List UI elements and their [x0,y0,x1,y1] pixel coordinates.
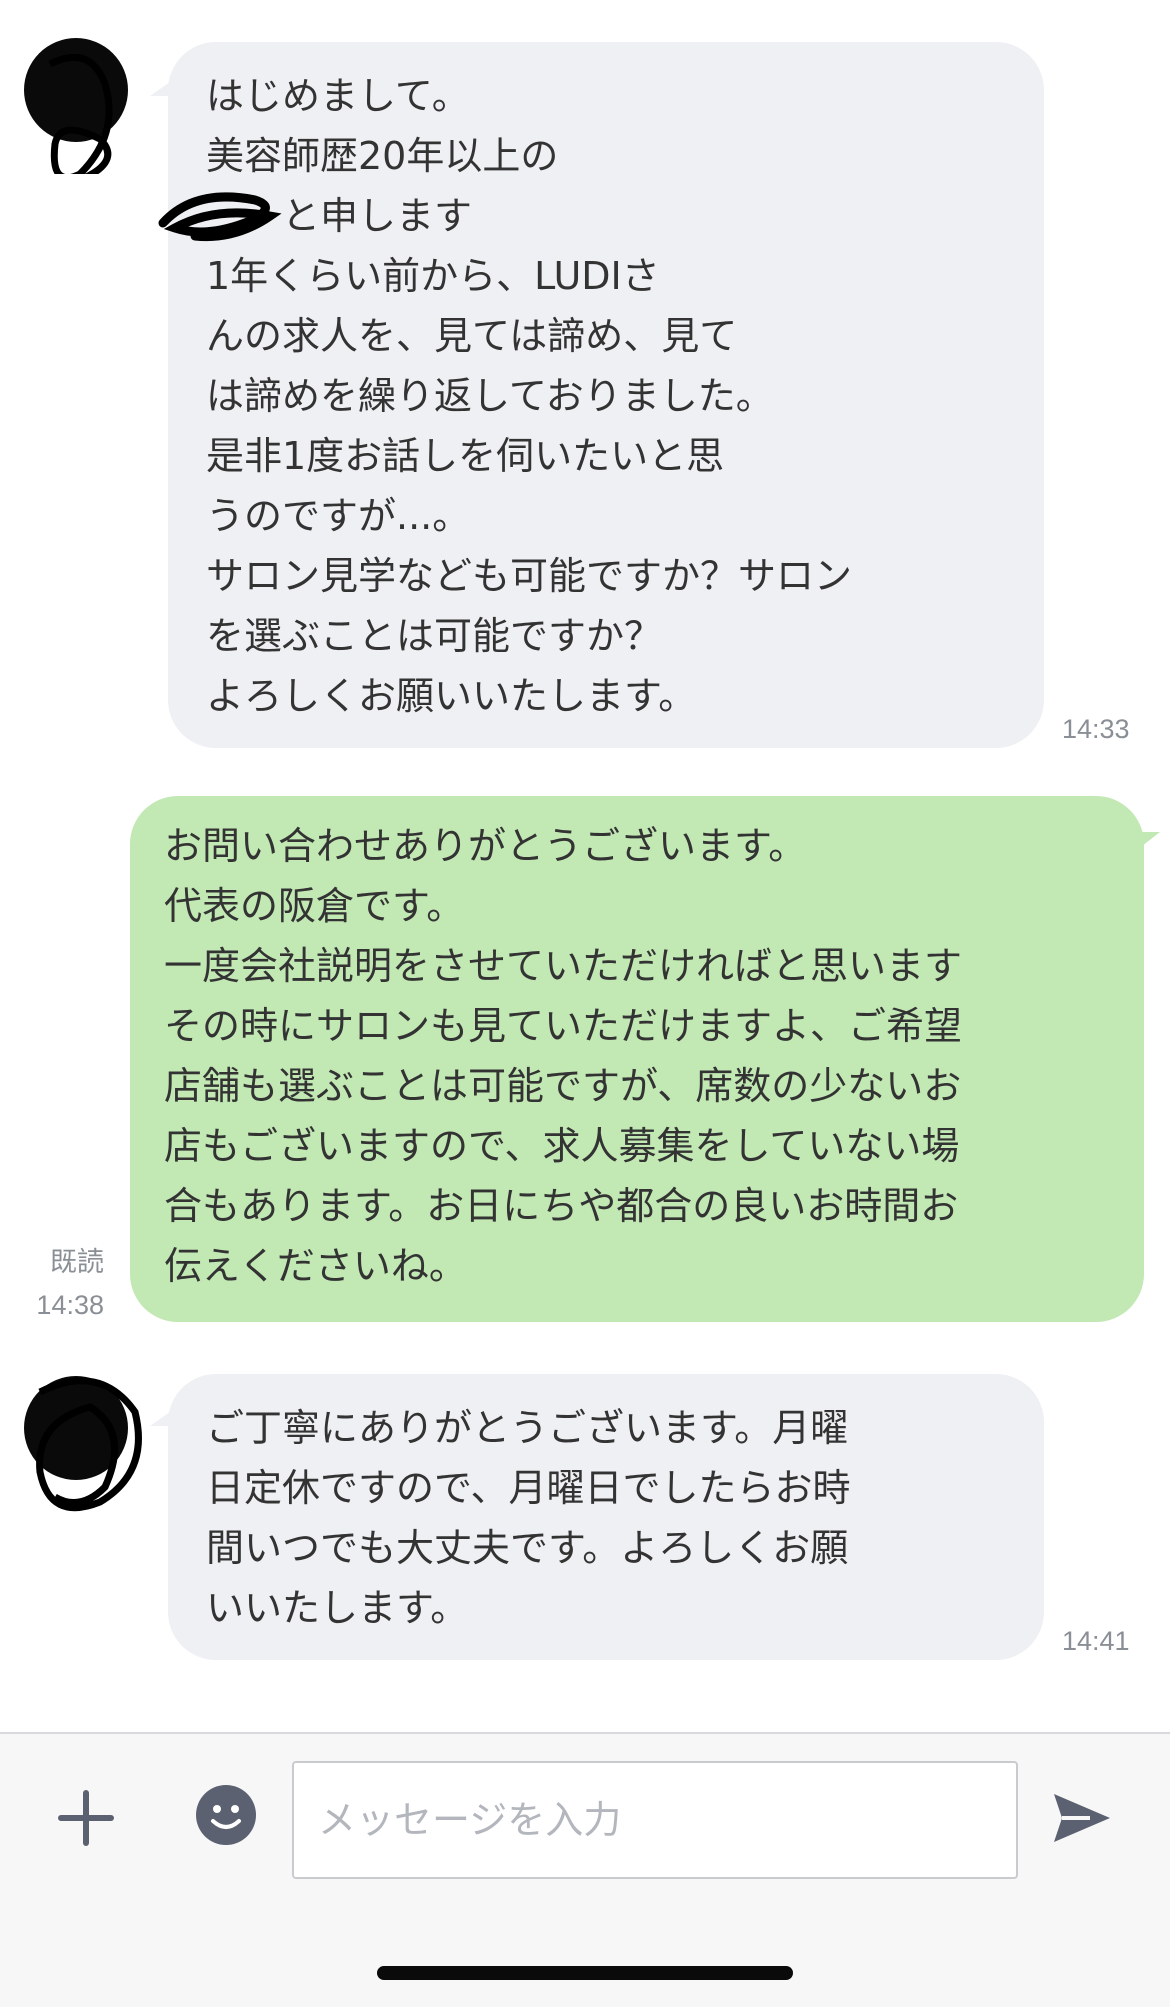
message-line: 間いつでも大丈夫です。よろしくお願 [206,1526,849,1570]
send-icon[interactable] [1050,1788,1114,1848]
avatar[interactable] [24,38,128,174]
message-line: うのですが...。 [206,494,471,538]
message-line: 店舗も選ぶことは可能ですが、席数の少ないお [164,1064,962,1108]
message-line: 是非1度お話しを伺いたいと思 [206,434,725,478]
message-line: を選ぶことは可能ですか？ [206,614,663,658]
outgoing-message-bubble[interactable]: お問い合わせありがとうございます。 代表の阪倉です。 一度会社説明をさせていただ… [130,796,1144,1322]
read-label: 既読 [50,1247,104,1278]
incoming-message-bubble[interactable]: ご丁寧にありがとうございます。月曜 日定休ですので、月曜日でしたらお時 間いつで… [168,1374,1044,1660]
message-line: 伝えくださいね。 [164,1244,467,1288]
message-line: はじめまして。 [206,74,470,118]
message-line: 合もあります。お日にちや都合の良いお時間お [164,1184,959,1228]
message-line: その時にサロンも見ていただけますよ、ご希望 [164,1004,963,1048]
message-timestamp: 14:33 [1062,714,1130,744]
emoji-icon[interactable] [196,1785,256,1845]
avatar[interactable] [24,1376,142,1512]
message-line: 代表の阪倉です。 [164,884,465,928]
message-line: と申します [206,194,473,238]
message-timestamp: 14:41 [1062,1626,1130,1656]
incoming-message-bubble[interactable]: はじめまして。 美容師歴20年以上の と申します 1年くらい前から、LUDIさ … [168,42,1044,748]
chat-screen: はじめまして。 美容師歴20年以上の と申します 1年くらい前から、LUDIさ … [0,0,1170,2007]
message-line: ご丁寧にありがとうございます。月曜 [206,1406,849,1450]
message-line: んの求人を、見ては諦め、見て [206,314,738,358]
message-line: 美容師歴20年以上の [206,134,559,178]
message-line: 日定休ですので、月曜日でしたらお時 [206,1466,851,1510]
message-timestamp: 14:38 [36,1290,104,1320]
plus-icon[interactable] [58,1790,114,1846]
read-receipt: 既読 14:38 [14,1242,104,1326]
redaction-scribble [158,192,282,242]
message-line: いいたします。 [206,1586,469,1630]
message-line: お問い合わせありがとうございます。 [164,824,807,868]
home-indicator[interactable] [377,1966,793,1980]
bubble-tail [150,1412,170,1426]
message-line: サロン見学なども可能ですか？サロン [206,554,853,598]
message-input[interactable] [292,1761,1018,1879]
bubble-tail [1142,832,1160,846]
bubble-tail [150,82,170,96]
message-line: よろしくお願いいたします。 [206,674,697,718]
message-line: は諦めを繰り返しておりました。 [206,374,774,418]
message-line: 一度会社説明をさせていただければと思います [164,944,963,988]
message-line: 1年くらい前から、LUDIさ [206,254,660,298]
message-line: 店もございますので、求人募集をしていない場 [164,1124,960,1168]
